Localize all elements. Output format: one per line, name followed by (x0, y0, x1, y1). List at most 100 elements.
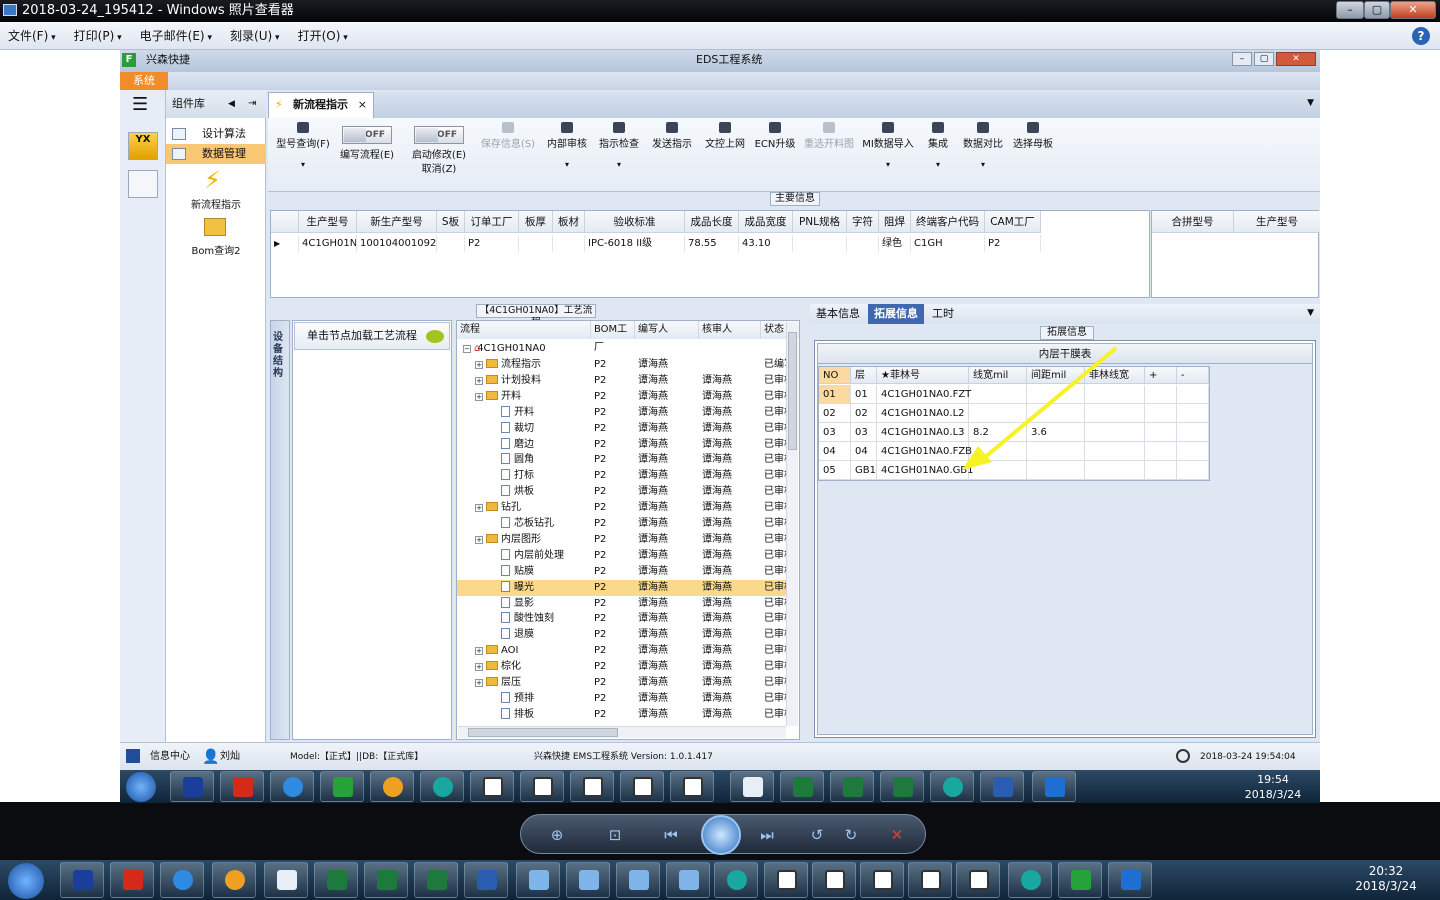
grid-cell[interactable]: 43.10 (739, 235, 793, 252)
taskbar-ie-icon[interactable] (270, 771, 314, 802)
expand-icon[interactable]: + (475, 392, 483, 401)
tree-row[interactable]: 显影 P2 谭海燕 谭海燕 已审核 (457, 596, 794, 612)
menu-email[interactable]: 电子邮件(E) (140, 27, 212, 44)
ext-grid-cell[interactable] (1177, 461, 1209, 480)
viewer-minimize-button[interactable]: – (1336, 1, 1364, 19)
ext-grid-cell[interactable] (1085, 404, 1145, 423)
taskbar-ie-icon[interactable] (160, 862, 204, 898)
taskbar-photo-icon[interactable] (666, 862, 710, 898)
col-header[interactable]: PNL规格 (793, 211, 847, 233)
ext-grid-cell[interactable]: GB1 (851, 461, 877, 480)
ext-grid-cell[interactable] (969, 404, 1027, 423)
col-header[interactable]: 成品长度 (685, 211, 739, 233)
inner-clock[interactable]: 19:54 2018/3/24 (1238, 772, 1308, 802)
ext-grid-cell[interactable]: 03 (851, 423, 877, 442)
col-header[interactable]: 生产型号 (299, 211, 357, 233)
taskbar-excel-icon[interactable] (780, 771, 824, 802)
tree-row[interactable]: + 流程指示 P2 谭海燕 已编写 (457, 357, 794, 373)
grid-cell[interactable] (793, 235, 847, 252)
new-flow-item[interactable]: 新流程指示 (166, 196, 266, 211)
ext-grid-cell[interactable] (1027, 461, 1085, 480)
ext-grid-cell[interactable] (1027, 404, 1085, 423)
taskbar-app[interactable] (110, 862, 154, 898)
tab-new-flow[interactable]: ⚡ 新流程指示 × (268, 92, 374, 118)
lightning-icon[interactable]: ⚡ (204, 168, 226, 192)
compare-button[interactable]: 数据对比 ▾ (960, 118, 1006, 192)
ext-col-header[interactable]: NO (819, 367, 851, 384)
tree-row[interactable]: 排板 P2 谭海燕 谭海燕 已审核 (457, 707, 794, 723)
cancel-label[interactable]: 取消(Z) (406, 160, 472, 180)
grid-cell[interactable]: P2 (985, 235, 1041, 252)
taskbar-excel-icon[interactable] (880, 771, 924, 802)
grid-cell[interactable] (519, 235, 553, 252)
tree-vertical-scrollbar[interactable] (786, 322, 798, 726)
next-icon[interactable]: ⏭ (757, 825, 777, 845)
taskbar-app[interactable] (860, 862, 904, 898)
ext-grid-cell[interactable]: 4C1GH01NA0.FZT (877, 385, 971, 404)
start-orb-icon[interactable] (126, 772, 156, 802)
internal-review-button[interactable]: 内部审核 ▾ (542, 118, 592, 192)
col-header[interactable]: CAM工厂 (985, 211, 1041, 233)
col-header[interactable]: 阻焊 (879, 211, 911, 233)
grid-cell[interactable]: 78.55 (685, 235, 739, 252)
ext-grid-cell[interactable] (1027, 385, 1085, 404)
tree-row[interactable]: + 层压 P2 谭海燕 谭海燕 已审核 (457, 675, 794, 691)
taskbar-excel-icon[interactable] (364, 862, 408, 898)
component-item-data[interactable]: 数据管理 (166, 144, 266, 164)
tab-list-dropdown-icon[interactable]: ▼ (1307, 308, 1314, 318)
taskbar-app[interactable] (956, 862, 1000, 898)
taskbar-app[interactable] (1108, 862, 1152, 898)
viewer-close-button[interactable]: ✕ (1390, 1, 1436, 19)
save-info-button[interactable]: 保存信息(S) (476, 118, 540, 192)
expand-icon[interactable]: + (475, 679, 483, 687)
taskbar-shell-icon[interactable] (212, 862, 256, 898)
taskbar-photo-icon[interactable] (516, 862, 560, 898)
ext-grid-cell[interactable] (1085, 385, 1145, 404)
help-icon[interactable]: ? (1412, 27, 1430, 45)
bom-query-item[interactable]: Bom查询2 (166, 242, 266, 257)
taskbar-app[interactable] (730, 771, 774, 802)
col-header[interactable]: 合拼型号 (1152, 211, 1234, 233)
grid-cell[interactable]: IPC-6018 II级 (585, 235, 685, 252)
ext-grid-cell[interactable]: 3.6 (1027, 423, 1085, 442)
col-header[interactable]: 终端客户代码 (911, 211, 985, 233)
taskbar-app[interactable] (220, 771, 264, 802)
ext-grid-cell[interactable] (1085, 442, 1145, 461)
taskbar-excel-icon[interactable] (314, 862, 358, 898)
ext-grid-cell[interactable]: 04 (819, 442, 851, 461)
ext-col-header[interactable]: - (1177, 367, 1209, 384)
ext-grid-cell[interactable] (1177, 423, 1209, 442)
model-query-button[interactable]: 型号查询(F) ▾ (272, 118, 334, 192)
expand-icon[interactable]: + (475, 361, 483, 369)
menu-burn[interactable]: 刻录(U) (230, 27, 280, 44)
ecn-upgrade-button[interactable]: ECN升级 (752, 118, 798, 192)
system-tab[interactable]: 系统 (120, 72, 168, 90)
taskbar-app[interactable] (714, 862, 758, 898)
info-center-link[interactable]: 信息中心 (150, 743, 190, 771)
grid-cell[interactable] (553, 235, 585, 252)
ext-grid-cell[interactable] (1177, 404, 1209, 423)
start-orb-icon[interactable] (8, 863, 44, 899)
grid-cell[interactable] (847, 235, 879, 252)
grid-cell[interactable]: 10010400109266 (357, 235, 437, 252)
taskbar-excel-icon[interactable] (414, 862, 458, 898)
col-header[interactable]: 字符 (847, 211, 879, 233)
grid-cell[interactable]: C1GH (911, 235, 985, 252)
ext-grid-cell[interactable] (1085, 423, 1145, 442)
col-header[interactable]: 生产型号 (1234, 211, 1320, 233)
taskbar-app[interactable] (420, 771, 464, 802)
tree-row[interactable]: 酸性蚀刻 P2 谭海燕 谭海燕 已审核 (457, 611, 794, 627)
collapse-left-icon[interactable]: ◀ (228, 90, 235, 118)
outer-clock[interactable]: 20:32 2018/3/24 (1346, 864, 1426, 894)
taskbar-shell-icon[interactable] (370, 771, 414, 802)
tab-extended-info[interactable]: 拓展信息 (868, 304, 924, 324)
expand-icon[interactable]: + (475, 376, 483, 385)
expand-icon[interactable]: + (475, 663, 483, 672)
tree-row[interactable]: + AOI P2 谭海燕 谭海燕 已审核 (457, 643, 794, 659)
calculator-icon[interactable] (128, 170, 158, 198)
check-instruction-button[interactable]: 指示检查 ▾ (594, 118, 644, 192)
scroll-thumb[interactable] (788, 332, 797, 450)
tree-row[interactable]: 裁切 P2 谭海燕 谭海燕 已审核 (457, 421, 794, 437)
ext-grid-cell[interactable] (1177, 442, 1209, 461)
taskbar-photo-icon[interactable] (566, 862, 610, 898)
